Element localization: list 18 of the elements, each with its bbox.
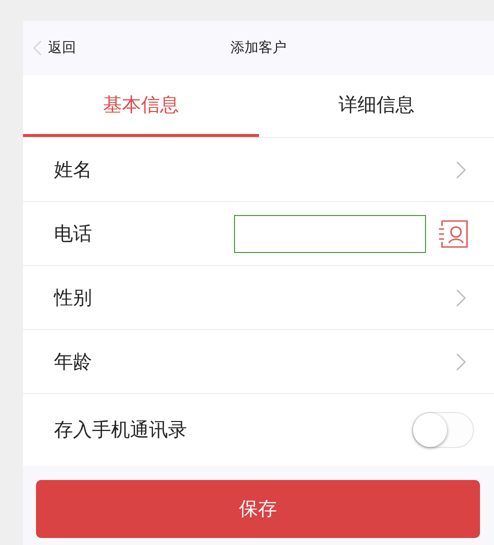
field-label: 性别	[54, 286, 93, 310]
form-row[interactable]: 姓名	[23, 137, 494, 201]
chevron-right-icon	[456, 160, 466, 178]
chevron-left-icon	[33, 40, 42, 56]
contact-book-icon[interactable]	[438, 218, 470, 250]
field-label: 电话	[54, 222, 93, 246]
save-button[interactable]: 保存	[36, 480, 480, 538]
chevron-right-icon	[456, 288, 466, 306]
page-title: 添加客户	[230, 39, 286, 57]
input-field[interactable]	[234, 214, 426, 252]
field-label: 存入手机通讯录	[54, 418, 188, 443]
chevron-right-icon	[456, 352, 466, 370]
field-label: 姓名	[54, 158, 93, 182]
form-row[interactable]: 性别	[23, 265, 494, 329]
toggle-switch[interactable]	[412, 412, 474, 448]
form-row[interactable]: 年龄	[23, 329, 494, 393]
back-button[interactable]: 返回	[33, 39, 76, 57]
field-label: 年龄	[54, 350, 93, 374]
